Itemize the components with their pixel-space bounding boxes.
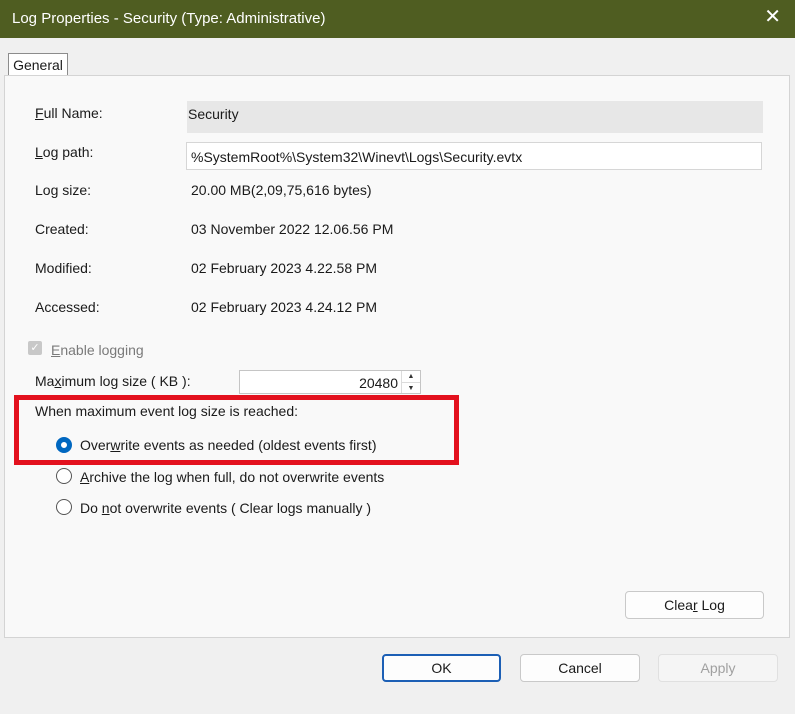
title-bar: Log Properties - Security (Type: Adminis… bbox=[0, 0, 795, 38]
log-size-value: 20.00 MB(2,09,75,616 bytes) bbox=[191, 182, 372, 198]
stepper-arrows[interactable]: ▲ ▼ bbox=[401, 371, 420, 393]
created-label: Created: bbox=[35, 221, 89, 237]
modified-label: Modified: bbox=[35, 260, 92, 276]
log-size-label: Log size: bbox=[35, 182, 92, 198]
stepper-up-icon[interactable]: ▲ bbox=[402, 371, 420, 383]
cancel-button[interactable]: Cancel bbox=[520, 654, 640, 682]
enable-logging-label: Enable logging bbox=[51, 342, 144, 358]
created-value: 03 November 2022 12.06.56 PM bbox=[191, 221, 394, 237]
radio-archive-when-full[interactable] bbox=[56, 468, 72, 484]
option-do-not-overwrite-label: Do not overwrite events ( Clear logs man… bbox=[80, 500, 372, 516]
log-path-label: Log path: bbox=[35, 144, 94, 160]
window-title: Log Properties - Security (Type: Adminis… bbox=[12, 10, 326, 27]
apply-button[interactable]: Apply bbox=[658, 654, 778, 682]
option-archive-label: Archive the log when full, do not overwr… bbox=[80, 469, 385, 485]
clear-log-button[interactable]: Clear Log bbox=[625, 591, 764, 619]
radio-do-not-overwrite[interactable] bbox=[56, 499, 72, 515]
max-log-size-stepper[interactable]: 20480 ▲ ▼ bbox=[239, 370, 421, 394]
close-icon[interactable]: ✕ bbox=[764, 7, 781, 27]
max-log-size-value: 20480 bbox=[359, 375, 398, 391]
full-name-value: Security bbox=[188, 106, 239, 122]
log-path-field[interactable]: %SystemRoot%\System32\Winevt\Logs\Securi… bbox=[186, 142, 762, 170]
modified-value: 02 February 2023 4.22.58 PM bbox=[191, 260, 378, 276]
accessed-label: Accessed: bbox=[35, 299, 100, 315]
enable-logging-checkbox[interactable]: ✓ bbox=[28, 341, 42, 355]
highlight-annotation bbox=[14, 395, 459, 465]
max-log-size-label: Maximum log size ( KB ): bbox=[35, 373, 191, 389]
accessed-value: 02 February 2023 4.24.12 PM bbox=[191, 299, 378, 315]
tab-general[interactable]: General bbox=[8, 53, 68, 75]
ok-button[interactable]: OK bbox=[382, 654, 501, 682]
full-name-field[interactable] bbox=[187, 101, 763, 133]
full-name-label: Full Name: bbox=[35, 105, 103, 121]
log-path-value: %SystemRoot%\System32\Winevt\Logs\Securi… bbox=[191, 149, 523, 165]
stepper-down-icon[interactable]: ▼ bbox=[402, 383, 420, 394]
